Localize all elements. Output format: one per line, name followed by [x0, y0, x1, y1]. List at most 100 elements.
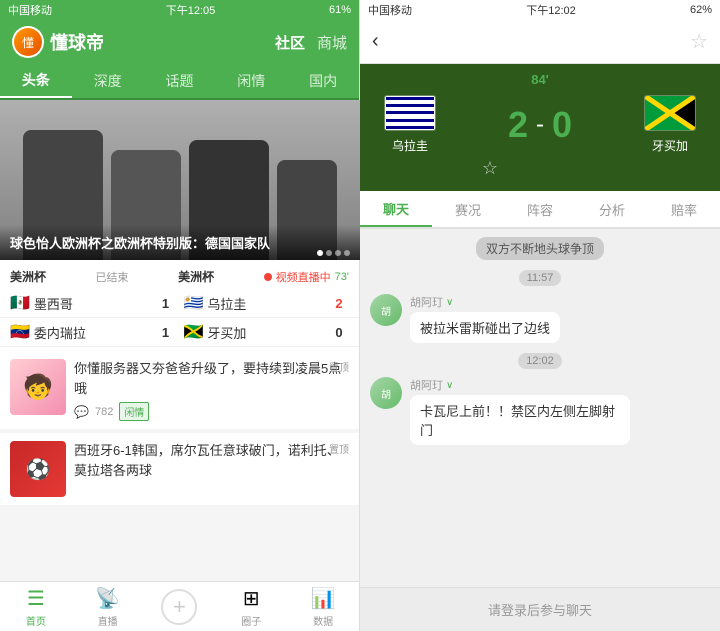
- bottom-nav: ☰ 首页 📡 直播 + ⊞ 圈子 📊 数据: [0, 581, 359, 631]
- chat-msg-1: 胡 胡阿玎 ∨ 被拉米雷斯碰出了边线: [370, 294, 710, 343]
- nav-add[interactable]: +: [144, 582, 216, 631]
- tab-leisure[interactable]: 闲情: [215, 64, 287, 98]
- chat-msg-2: 胡 胡阿玎 ∨ 卡瓦尼上前！！禁区内左侧左脚射门: [370, 377, 710, 445]
- news-content-1: 置顶 你懂服务器又夯爸爸升级了，要持续到凌晨5点哦 💬 782 闲情: [74, 359, 349, 421]
- match-tab-analysis[interactable]: 分析: [576, 191, 648, 227]
- hero-overlay: 球色怡人欧洲杯之欧洲杯特别版：德国国家队: [0, 225, 360, 260]
- teams-row: 乌拉圭 2 - 0 牙买加: [360, 95, 720, 154]
- score-jamaica: 0: [329, 325, 349, 340]
- tab-topic[interactable]: 话题: [144, 64, 216, 98]
- home-label: 首页: [26, 613, 46, 628]
- verified-icon-2: ∨: [446, 380, 453, 391]
- avatar-1: 胡: [370, 294, 402, 326]
- battery-right: 62%: [690, 4, 712, 16]
- bubble-wrap-1: 胡阿玎 ∨ 被拉米雷斯碰出了边线: [410, 294, 560, 343]
- news-list: 🧒 置顶 你懂服务器又夯爸爸升级了，要持续到凌晨5点哦 💬 782 闲情 ⚽ 置…: [0, 351, 359, 581]
- avatar-img-2: 胡: [370, 377, 402, 409]
- hero-title: 球色怡人欧洲杯之欧洲杯特别版：德国国家队: [10, 233, 350, 252]
- carrier-right: 中国移动: [368, 2, 412, 18]
- news-tag-1: 置顶: [329, 359, 349, 374]
- live-indicator[interactable]: 视频直播中 73': [264, 269, 349, 285]
- live-time: 73': [335, 271, 349, 283]
- status-bar-right: 中国移动 下午12:02 62%: [360, 0, 720, 20]
- content-tabs: 头条 深度 话题 闲情 国内: [0, 64, 359, 100]
- time-label-1: 11:57: [519, 270, 562, 286]
- team-name-1: 乌拉圭: [392, 137, 428, 154]
- time-right: 下午12:02: [526, 2, 576, 18]
- team-venezuela: 委内瑞拉: [34, 323, 156, 342]
- match-row-2[interactable]: 🇻🇪 委内瑞拉 1 🇯🇲 牙买加 0: [0, 318, 359, 347]
- back-button[interactable]: ‹: [372, 30, 379, 53]
- match-tab-live[interactable]: 赛况: [432, 191, 504, 227]
- logo-avatar: 懂: [12, 26, 44, 58]
- circle-icon: ⊞: [243, 586, 260, 611]
- carousel-dots: [317, 250, 350, 256]
- news-item-2[interactable]: ⚽ 置顶 西班牙6-1韩国，席尔瓦任意球破门，诺利托、莫拉塔各两球: [0, 433, 359, 505]
- match-row-1[interactable]: 🇲🇽 墨西哥 1 🇺🇾 乌拉圭 2: [0, 289, 359, 318]
- data-icon: 📊: [311, 586, 336, 611]
- news-meta-1: 💬 782 闲情: [74, 402, 349, 421]
- nav-live[interactable]: 📡 直播: [72, 582, 144, 631]
- sys-msg-text-1: 双方不断地头球争顶: [476, 237, 604, 260]
- chat-bubble-2: 卡瓦尼上前！！禁区内左侧左脚射门: [410, 395, 630, 445]
- match-tab-lineup[interactable]: 阵容: [504, 191, 576, 227]
- right-panel: 中国移动 下午12:02 62% ‹ ☆ 84': [360, 0, 720, 631]
- nav-data[interactable]: 📊 数据: [287, 582, 359, 631]
- comment-icon-1: 💬: [74, 405, 89, 419]
- tab-depth[interactable]: 深度: [72, 64, 144, 98]
- header-right-nav: 社区 商城: [275, 32, 347, 53]
- hero-image[interactable]: 球色怡人欧洲杯之欧洲杯特别版：德国国家队: [0, 100, 360, 260]
- sender-1: 胡阿玎 ∨: [410, 294, 560, 310]
- scores-header: 美洲杯 已结束 美洲杯 视频直播中 73': [0, 264, 359, 289]
- sender-2: 胡阿玎 ∨: [410, 377, 630, 393]
- chat-messages: 双方不断地头球争顶 11:57 胡 胡阿玎 ∨ 被拉米雷斯碰出了边线: [360, 229, 720, 587]
- timestamp-2: 12:02: [370, 351, 710, 369]
- data-label: 数据: [313, 613, 333, 628]
- sys-msg-1: 双方不断地头球争顶: [370, 237, 710, 260]
- tournament-title-2: 美洲杯: [178, 268, 214, 285]
- team-block-1: 乌拉圭: [360, 95, 460, 154]
- news-badge-1: 闲情: [119, 402, 149, 421]
- sender-name-2: 胡阿玎: [410, 377, 443, 393]
- team-uruguay-left: 乌拉圭: [207, 294, 329, 313]
- tab-domestic[interactable]: 国内: [287, 64, 359, 98]
- flag-jamaica-right: [644, 95, 696, 131]
- flag-mexico: 🇲🇽: [10, 293, 30, 313]
- match-tab-odds[interactable]: 赔率: [648, 191, 720, 227]
- status-bar-left: 中国移动 下午12:05 61%: [0, 0, 359, 20]
- live-icon: 📡: [95, 586, 120, 611]
- app-name: 懂球帝: [50, 29, 104, 55]
- team-mexico: 墨西哥: [34, 294, 156, 313]
- add-icon: +: [161, 589, 197, 625]
- bubble-wrap-2: 胡阿玎 ∨ 卡瓦尼上前！！禁区内左侧左脚射门: [410, 377, 630, 445]
- score-mexico: 1: [156, 296, 176, 311]
- verified-icon-1: ∨: [446, 297, 453, 308]
- news-title-2: 西班牙6-1韩国，席尔瓦任意球破门，诺利托、莫拉塔各两球: [74, 441, 349, 480]
- avatar-img-1: 胡: [370, 294, 402, 326]
- score-separator: -: [536, 111, 544, 139]
- news-item-1[interactable]: 🧒 置顶 你懂服务器又夯爸爸升级了，要持续到凌晨5点哦 💬 782 闲情: [0, 351, 359, 429]
- nav-home[interactable]: ☰ 首页: [0, 582, 72, 631]
- team1-favorite[interactable]: ☆: [482, 158, 498, 179]
- avatar-2: 胡: [370, 377, 402, 409]
- match-tab-chat[interactable]: 聊天: [360, 191, 432, 227]
- chat-area: 双方不断地头球争顶 11:57 胡 胡阿玎 ∨ 被拉米雷斯碰出了边线: [360, 229, 720, 631]
- tournament-status: 已结束: [96, 269, 129, 285]
- time-label-2: 12:02: [518, 353, 562, 369]
- tournament-title: 美洲杯: [10, 268, 46, 285]
- nav-circle[interactable]: ⊞ 圈子: [215, 582, 287, 631]
- chat-input-bar[interactable]: 请登录后参与聊天: [360, 587, 720, 631]
- team-jamaica-left: 牙买加: [207, 323, 329, 342]
- nav-community[interactable]: 社区: [275, 32, 305, 53]
- timestamp-1: 11:57: [370, 268, 710, 286]
- nav-shop[interactable]: 商城: [317, 32, 347, 53]
- sender-name-1: 胡阿玎: [410, 294, 443, 310]
- comment-count-1: 782: [95, 406, 113, 418]
- avatar-image: 懂: [14, 28, 42, 56]
- score-2: 0: [552, 104, 572, 146]
- home-icon: ☰: [27, 586, 45, 611]
- chat-input-placeholder: 请登录后参与聊天: [488, 600, 592, 619]
- flag-jamaica-left: 🇯🇲: [184, 322, 204, 342]
- favorite-button[interactable]: ☆: [690, 29, 708, 54]
- tab-toutiao[interactable]: 头条: [0, 64, 72, 98]
